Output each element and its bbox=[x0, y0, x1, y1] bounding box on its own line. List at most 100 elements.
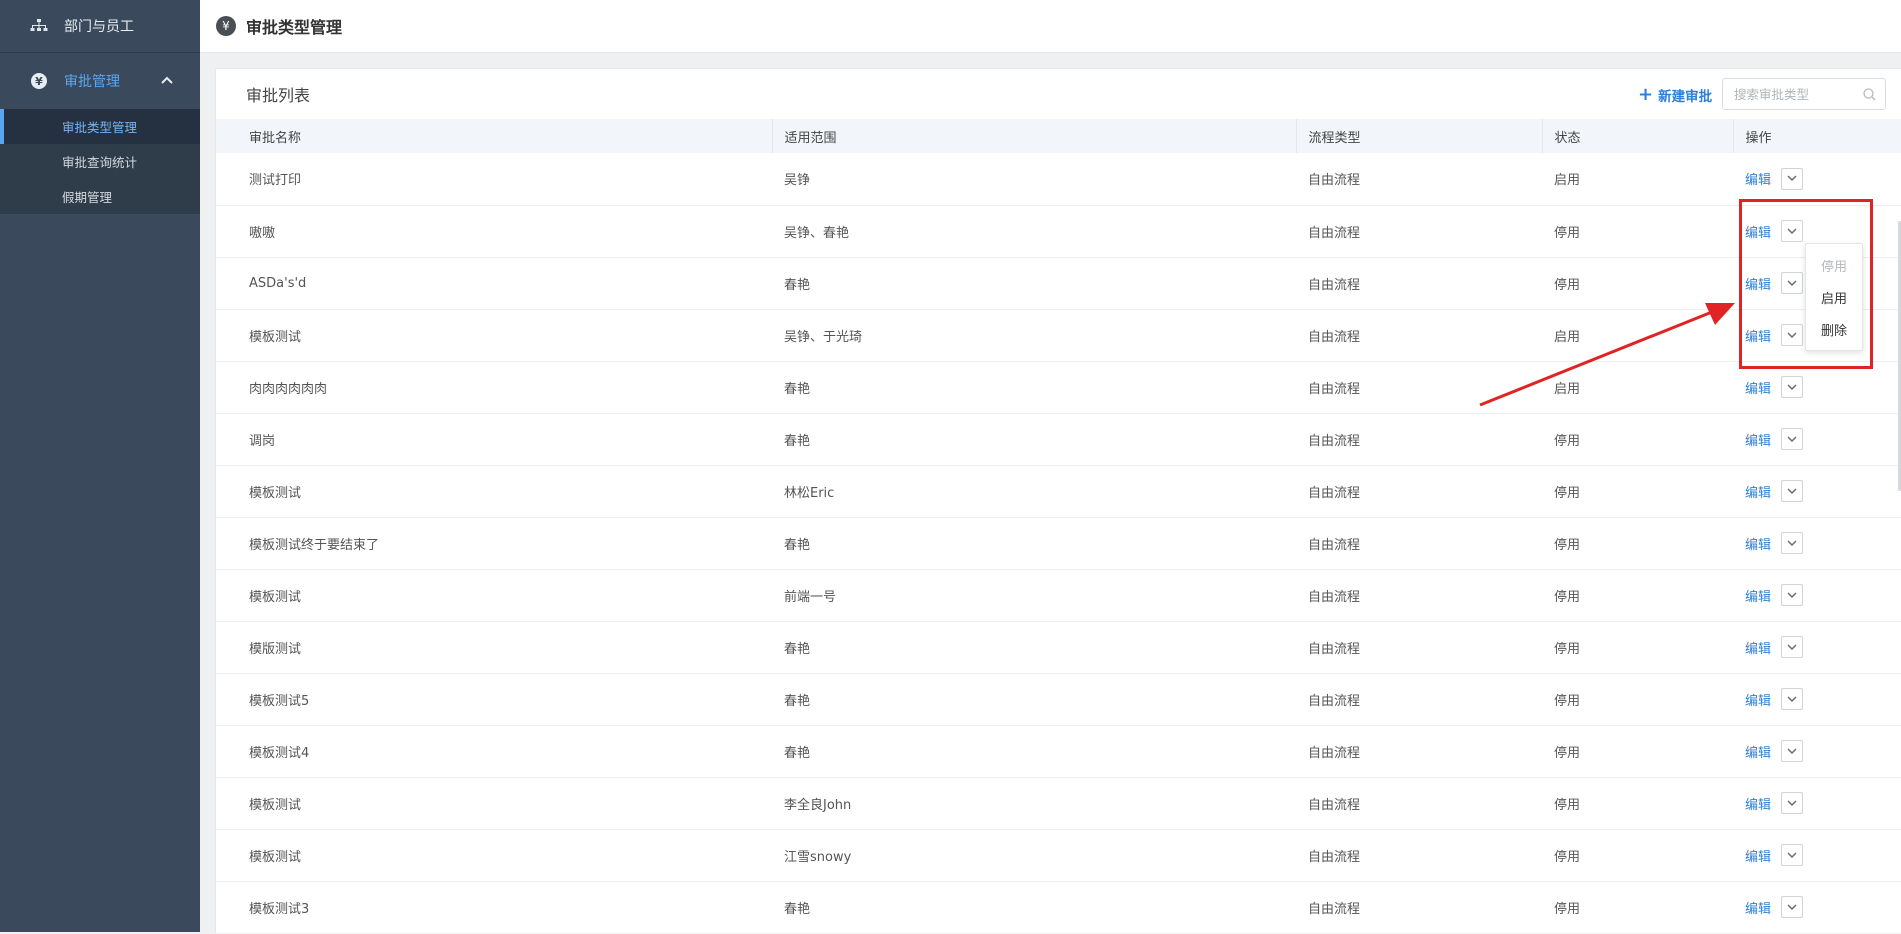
highlight-box bbox=[1739, 199, 1873, 369]
cell-status: 停用 bbox=[1554, 589, 1581, 605]
cell-name: 模板测试终于要结束了 bbox=[249, 537, 380, 553]
cell-scope: 吴铮、于光琦 bbox=[784, 329, 863, 345]
sidebar-item-label: 审批查询统计 bbox=[62, 155, 138, 170]
chevron-down-icon bbox=[1787, 644, 1797, 650]
more-actions-dropdown[interactable] bbox=[1781, 688, 1804, 710]
cell-scope: 林松Eric bbox=[784, 485, 835, 501]
cell-flow-type: 自由流程 bbox=[1308, 225, 1361, 241]
more-actions-dropdown[interactable] bbox=[1781, 792, 1804, 814]
more-actions-dropdown[interactable] bbox=[1781, 896, 1804, 918]
cell-flow-type: 自由流程 bbox=[1308, 589, 1361, 605]
more-actions-dropdown[interactable] bbox=[1781, 532, 1804, 554]
search-icon[interactable] bbox=[1863, 88, 1876, 101]
new-approval-label: 新建审批 bbox=[1658, 89, 1713, 105]
edit-link[interactable]: 编辑 bbox=[1745, 378, 1771, 397]
cell-actions: 编辑 bbox=[1733, 517, 1901, 569]
svg-text:¥: ¥ bbox=[35, 75, 43, 88]
edit-link[interactable]: 编辑 bbox=[1745, 586, 1771, 605]
column-header-name: 审批名称 bbox=[216, 119, 773, 153]
edit-link[interactable]: 编辑 bbox=[1745, 534, 1771, 553]
cell-scope: 春艳 bbox=[784, 901, 811, 917]
edit-link[interactable]: 编辑 bbox=[1745, 482, 1771, 501]
chevron-down-icon bbox=[1787, 904, 1797, 910]
cell-status: 停用 bbox=[1554, 693, 1581, 709]
cell-status: 启用 bbox=[1554, 381, 1581, 397]
cell-scope: 吴铮、春艳 bbox=[784, 225, 850, 241]
sidebar-item-leave-management[interactable]: 假期管理 bbox=[0, 179, 200, 214]
page-header: ¥ 审批类型管理 bbox=[200, 0, 1901, 53]
sidebar-group-approval[interactable]: ¥ 审批管理 bbox=[0, 53, 200, 109]
cell-status: 停用 bbox=[1554, 745, 1581, 761]
cell-scope: 李全良John bbox=[784, 797, 852, 813]
cell-name: 模板测试 bbox=[249, 329, 302, 345]
cell-name: 模板测试 bbox=[249, 485, 302, 501]
cell-scope: 春艳 bbox=[784, 745, 811, 761]
more-actions-dropdown[interactable] bbox=[1781, 428, 1804, 450]
chevron-down-icon bbox=[1787, 592, 1797, 598]
column-header-flow-type: 流程类型 bbox=[1296, 119, 1543, 153]
cell-actions: 编辑 bbox=[1733, 569, 1901, 621]
edit-link[interactable]: 编辑 bbox=[1745, 638, 1771, 657]
more-actions-dropdown[interactable] bbox=[1781, 740, 1804, 762]
edit-link[interactable]: 编辑 bbox=[1745, 898, 1771, 917]
more-actions-dropdown[interactable] bbox=[1781, 584, 1804, 606]
cell-actions: 编辑 bbox=[1733, 881, 1901, 933]
more-actions-dropdown[interactable] bbox=[1781, 636, 1804, 658]
more-actions-dropdown[interactable] bbox=[1781, 376, 1804, 398]
table-row: 模板测试3 春艳 自由流程 停用 编辑 bbox=[216, 881, 1901, 933]
cell-actions: 编辑 bbox=[1733, 673, 1901, 725]
sidebar: 部门与员工 ¥ 审批管理 审批类型管理 审批查询统计 假期管理 bbox=[0, 0, 200, 932]
edit-link[interactable]: 编辑 bbox=[1745, 742, 1771, 761]
edit-link[interactable]: 编辑 bbox=[1745, 846, 1771, 865]
cell-name: 模板测试3 bbox=[249, 901, 310, 917]
sidebar-item-departments[interactable]: 部门与员工 bbox=[0, 0, 200, 53]
cell-scope: 前端一号 bbox=[784, 589, 837, 605]
cell-scope: 春艳 bbox=[784, 433, 811, 449]
cell-name: 模板测试4 bbox=[249, 745, 310, 761]
chevron-up-icon[interactable] bbox=[160, 73, 174, 87]
sidebar-item-approval-query[interactable]: 审批查询统计 bbox=[0, 144, 200, 179]
edit-link[interactable]: 编辑 bbox=[1745, 430, 1771, 449]
more-actions-dropdown[interactable] bbox=[1781, 167, 1804, 190]
cell-name: ASDa's'd bbox=[249, 275, 307, 291]
cell-flow-type: 自由流程 bbox=[1308, 693, 1361, 709]
cell-flow-type: 自由流程 bbox=[1308, 381, 1361, 397]
search-input[interactable] bbox=[1732, 85, 1866, 103]
table-row: 模板测试 吴铮、于光琦 自由流程 启用 编辑 bbox=[216, 309, 1901, 361]
more-actions-dropdown[interactable] bbox=[1781, 480, 1804, 502]
sidebar-submenu: 审批类型管理 审批查询统计 假期管理 bbox=[0, 109, 200, 214]
edit-link[interactable]: 编辑 bbox=[1745, 690, 1771, 709]
cell-name: 肉肉肉肉肉肉 bbox=[249, 381, 328, 397]
edit-link[interactable]: 编辑 bbox=[1745, 794, 1771, 813]
chevron-down-icon bbox=[1787, 436, 1797, 442]
sidebar-item-label: 部门与员工 bbox=[64, 19, 134, 35]
cell-status: 停用 bbox=[1554, 537, 1581, 553]
cell-status: 停用 bbox=[1554, 901, 1581, 917]
chevron-down-icon bbox=[1787, 696, 1797, 702]
cell-name: 测试打印 bbox=[249, 173, 302, 189]
table-row: 模板测试 李全良John 自由流程 停用 编辑 bbox=[216, 777, 1901, 829]
cell-name: 模板测试5 bbox=[249, 693, 310, 709]
yen-circle-icon: ¥ bbox=[30, 72, 48, 90]
table-row: 测试打印 吴铮 自由流程 启用 编辑 bbox=[216, 153, 1901, 205]
cell-flow-type: 自由流程 bbox=[1308, 537, 1361, 553]
cell-status: 启用 bbox=[1554, 173, 1581, 189]
edit-link[interactable]: 编辑 bbox=[1745, 169, 1771, 188]
cell-scope: 春艳 bbox=[784, 537, 811, 553]
new-approval-button[interactable]: + 新建审批 bbox=[1638, 85, 1713, 106]
table-row: ASDa's'd 春艳 自由流程 停用 编辑 bbox=[216, 257, 1901, 309]
cell-status: 停用 bbox=[1554, 277, 1581, 293]
table-row: 嗷嗷 吴铮、春艳 自由流程 停用 编辑 bbox=[216, 205, 1901, 257]
sidebar-item-approval-types[interactable]: 审批类型管理 bbox=[0, 109, 200, 144]
more-actions-dropdown[interactable] bbox=[1781, 844, 1804, 866]
cell-status: 停用 bbox=[1554, 849, 1581, 865]
cell-name: 模板测试 bbox=[249, 589, 302, 605]
cell-scope: 春艳 bbox=[784, 641, 811, 657]
approval-table: 审批名称 适用范围 流程类型 状态 操作 测试打印 吴铮 自由流程 启用 编辑 嗷嗷 吴铮、… bbox=[216, 119, 1901, 934]
table-row: 肉肉肉肉肉肉 春艳 自由流程 启用 编辑 bbox=[216, 361, 1901, 413]
table-row: 模板测试5 春艳 自由流程 停用 编辑 bbox=[216, 673, 1901, 725]
cell-status: 停用 bbox=[1554, 225, 1581, 241]
column-header-scope: 适用范围 bbox=[772, 119, 1297, 153]
cell-scope: 春艳 bbox=[784, 381, 811, 397]
cell-name: 嗷嗷 bbox=[249, 225, 276, 241]
